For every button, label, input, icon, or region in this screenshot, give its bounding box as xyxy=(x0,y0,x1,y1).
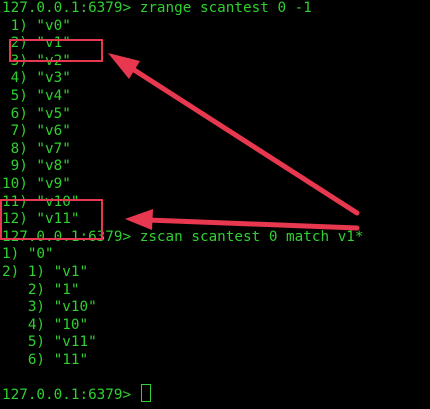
output-line: 10) "v9" xyxy=(2,176,71,192)
arrow-to-v1 xyxy=(108,53,360,216)
output-line: 4) "10" xyxy=(2,316,89,333)
output-line: 2) 1) "v1" xyxy=(2,264,89,280)
output-line: 1) "0" xyxy=(2,246,54,263)
output-line: 6) "11" xyxy=(2,352,89,368)
text-cursor xyxy=(140,384,151,402)
output-line: 8) "v7" xyxy=(2,140,71,157)
output-line: 9) "v8" xyxy=(2,158,71,175)
terminal-window[interactable]: 127.0.0.1:6379> zrange scantest 0 -1 1) … xyxy=(0,0,430,409)
output-line: 6) "v5" xyxy=(2,105,71,122)
output-line: 2) "1" xyxy=(2,281,80,298)
arrow-to-v10 xyxy=(125,209,360,231)
output-line: 5) "v4" xyxy=(2,88,71,104)
prompt-text: 127.0.0.1:6379> xyxy=(2,387,140,403)
input-prompt-line[interactable]: 127.0.0.1:6379> xyxy=(2,384,151,403)
command-line-zrange: 127.0.0.1:6379> zrange scantest 0 -1 xyxy=(2,0,312,16)
highlight-box-v1 xyxy=(9,39,103,62)
highlight-box-v10-v11 xyxy=(0,199,103,240)
output-line: 3) "v10" xyxy=(2,299,97,316)
output-line: 5) "v11" xyxy=(2,334,97,351)
output-line: 1) "v0" xyxy=(2,17,71,34)
output-line: 4) "v3" xyxy=(2,70,71,87)
output-line: 7) "v6" xyxy=(2,123,71,140)
